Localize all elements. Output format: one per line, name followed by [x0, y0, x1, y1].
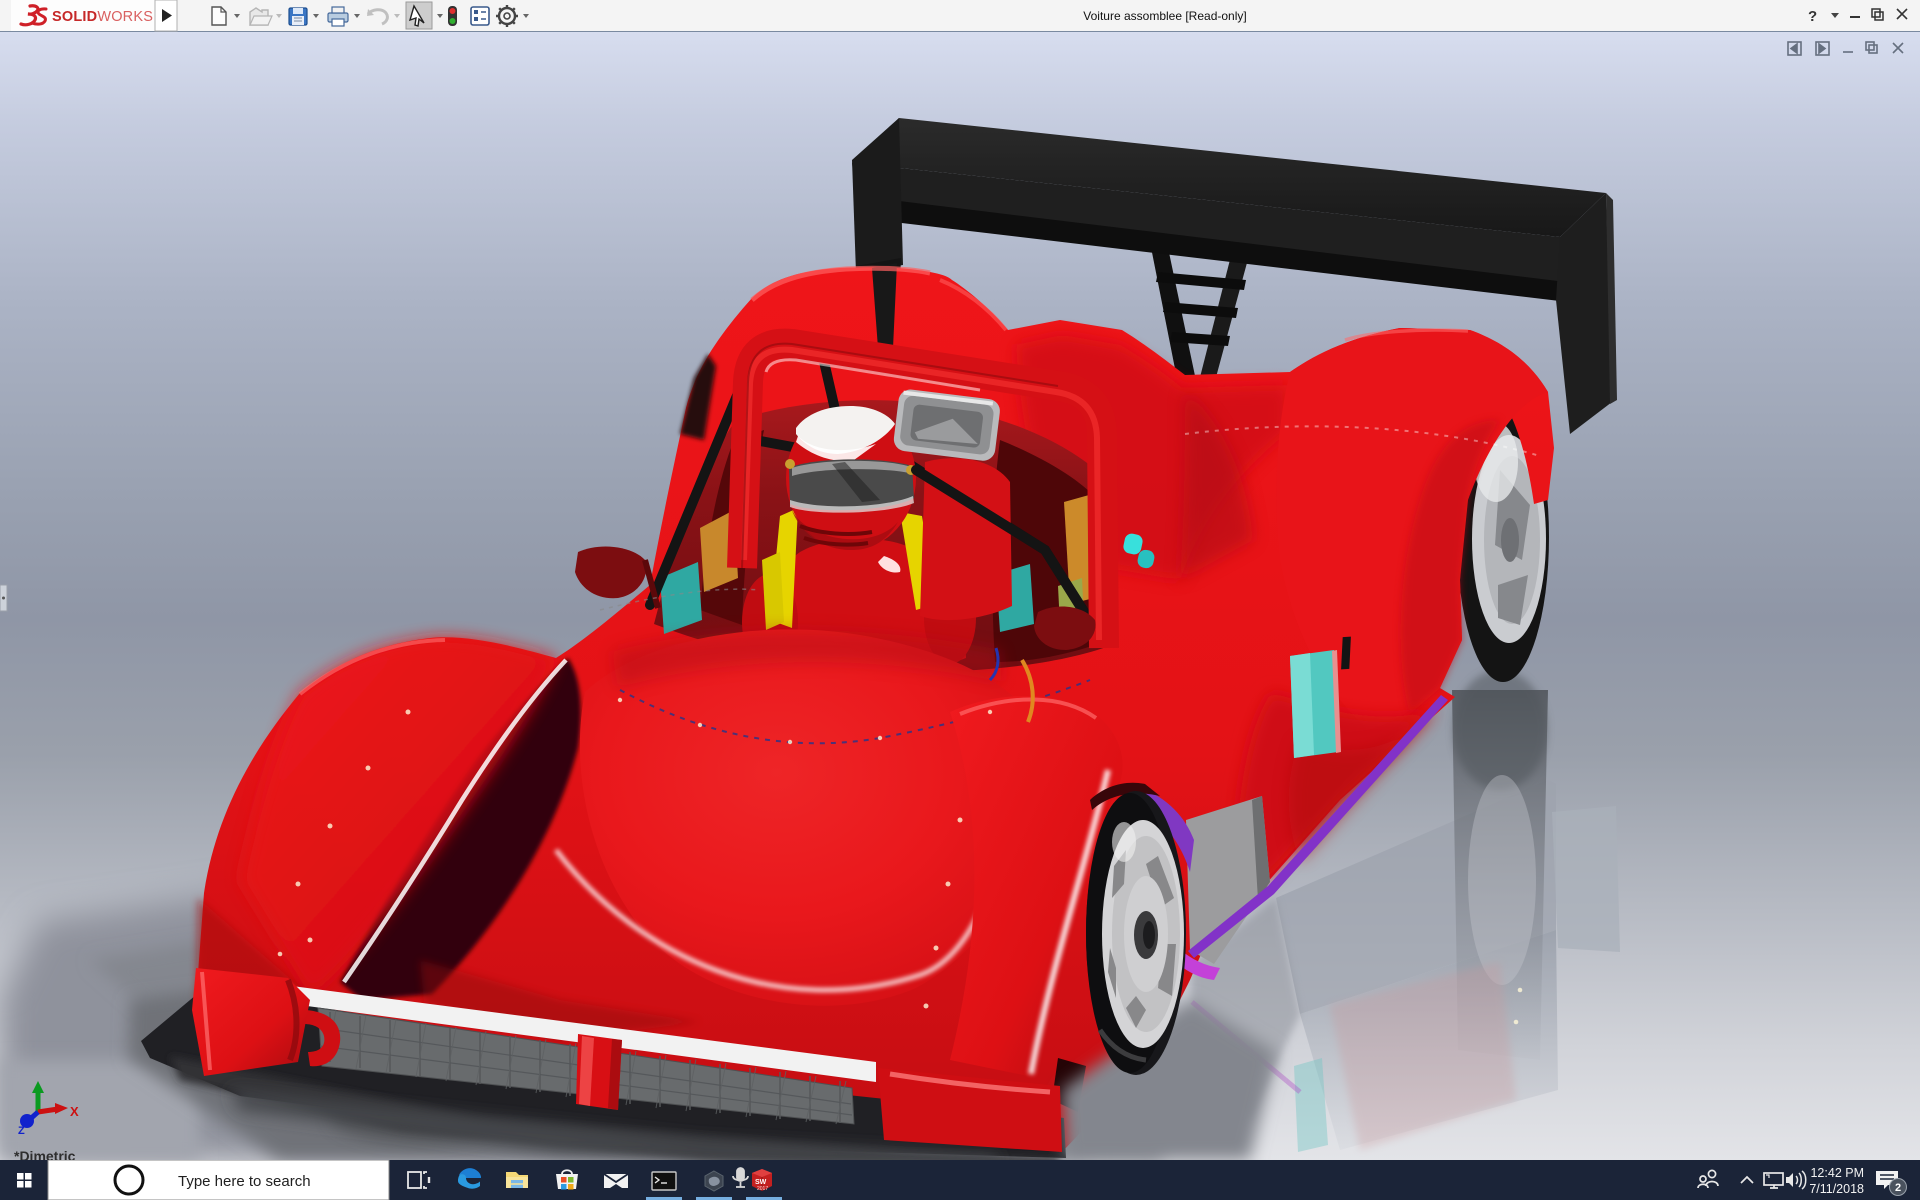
- svg-text:Z: Z: [18, 1125, 25, 1137]
- svg-text:7/11/2018: 7/11/2018: [1809, 1182, 1864, 1196]
- svg-text:SW: SW: [755, 1179, 767, 1186]
- svg-text:2: 2: [1895, 1182, 1901, 1194]
- svg-text:X: X: [70, 1104, 79, 1119]
- svg-text:2017: 2017: [757, 1186, 768, 1192]
- svg-text:?: ?: [1808, 8, 1817, 25]
- svg-text:Type here to search: Type here to search: [178, 1173, 311, 1190]
- svg-text:SOLIDWORKS: SOLIDWORKS: [52, 9, 153, 25]
- svg-text:12:42 PM: 12:42 PM: [1810, 1166, 1864, 1180]
